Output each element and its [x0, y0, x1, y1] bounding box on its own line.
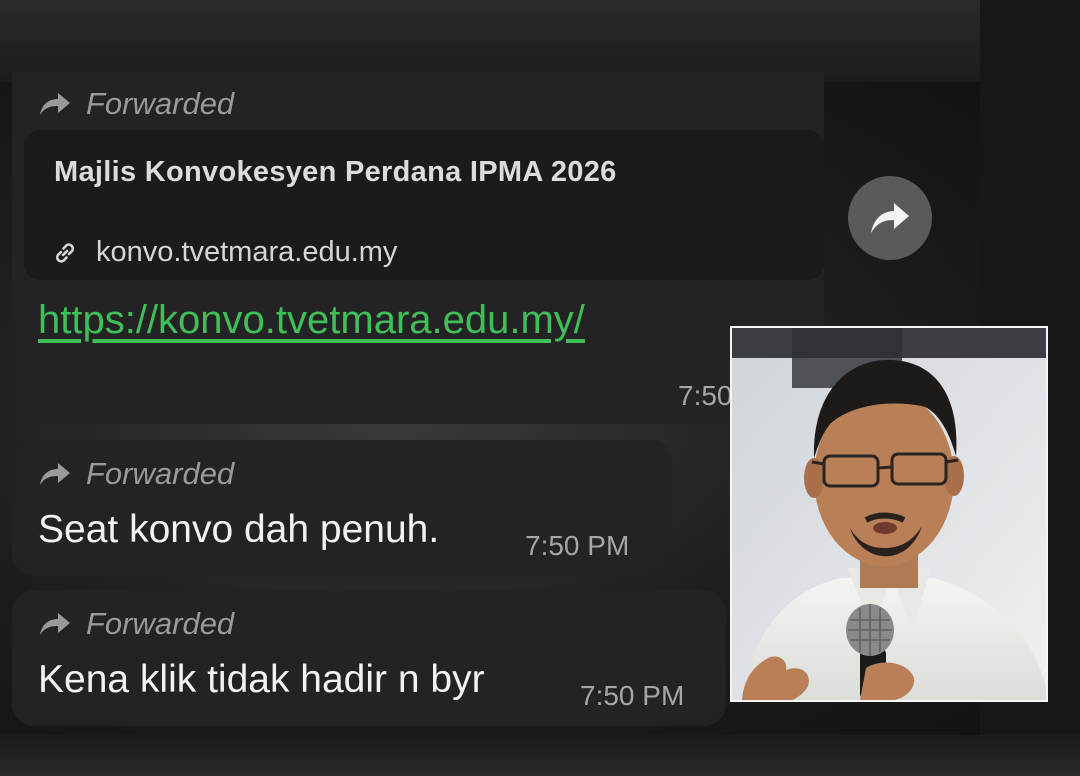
preview-domain: konvo.tvetmara.edu.my	[96, 236, 398, 268]
speaker-photo	[730, 326, 1048, 702]
forwarded-text: Forwarded	[86, 86, 235, 121]
preview-title: Majlis Konvokesyen Perdana IPMA 2026	[54, 156, 617, 188]
forward-arrow-icon	[40, 613, 70, 635]
message-bubble-2[interactable]: Forwarded Seat konvo dah penuh. 7:50 PM	[12, 440, 672, 576]
message-time: 7:50 PM	[525, 530, 630, 561]
preview-domain-row: konvo.tvetmara.edu.my	[52, 236, 397, 269]
forwarded-text: Forwarded	[86, 456, 235, 491]
forwarded-text: Forwarded	[86, 606, 235, 641]
link-icon	[55, 242, 75, 263]
forwarded-label-row: Forwarded	[38, 456, 234, 492]
bottom-blur-band	[0, 735, 1080, 776]
message-text: Seat konvo dah penuh.	[38, 508, 440, 551]
forwarded-label-row: Forwarded	[38, 606, 234, 642]
message-bubble-3[interactable]: Forwarded Kena klik tidak hadir n byr 7:…	[12, 590, 726, 726]
message-time: 7:50	[678, 380, 733, 411]
forwarded-label-row: Forwarded	[38, 86, 234, 122]
share-forward-icon	[871, 203, 909, 233]
message-time: 7:50 PM	[580, 680, 685, 711]
forward-arrow-icon	[40, 463, 70, 485]
link-preview-card[interactable]: Majlis Konvokesyen Perdana IPMA 2026 kon…	[24, 130, 824, 280]
message-bubble-link[interactable]: Forwarded Majlis Konvokesyen Perdana IPM…	[12, 72, 824, 424]
speaker-illustration	[732, 328, 1046, 700]
message-text: Kena klik tidak hadir n byr	[38, 658, 485, 701]
share-button[interactable]	[848, 176, 932, 260]
message-link[interactable]: https://konvo.tvetmara.edu.my/	[38, 298, 585, 343]
top-blur-band	[0, 0, 1080, 82]
forward-arrow-icon	[40, 93, 70, 115]
